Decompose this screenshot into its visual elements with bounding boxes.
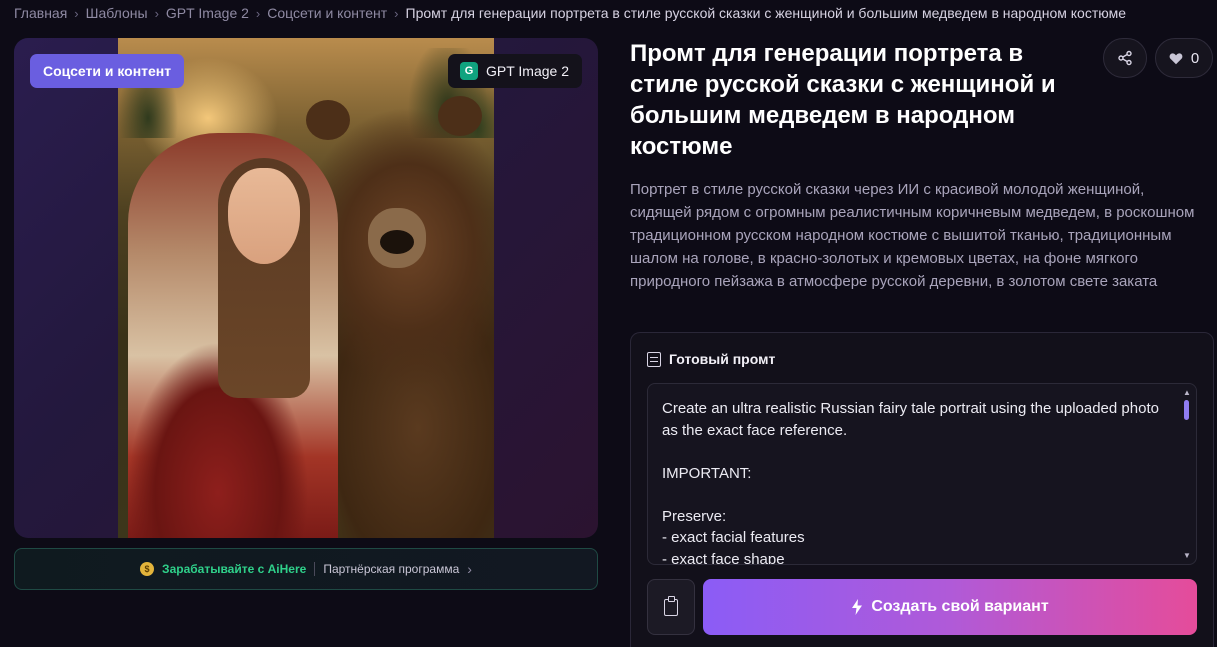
model-badge-label: GPT Image 2 [485,63,569,79]
lightning-icon [852,599,863,615]
prompt-header-label: Готовый промт [669,351,776,367]
template-description: Портрет в стиле русской сказки через ИИ … [630,181,1195,290]
preview-image-card[interactable]: Соцсети и контент G GPT Image 2 [14,38,598,538]
chevron-right-icon: › [467,561,472,577]
prompt-header: Готовый промт [647,351,775,367]
breadcrumb-separator: › [74,5,79,21]
create-variant-label: Создать свой вариант [871,598,1049,615]
breadcrumb-link-model[interactable]: GPT Image 2 [166,5,249,21]
document-icon [647,351,661,367]
copy-prompt-button[interactable] [647,579,695,635]
share-icon [1118,50,1132,66]
prompt-textarea[interactable]: Create an ultra realistic Russian fairy … [647,383,1197,565]
photo-bear-nose [380,230,414,254]
prompt-text: Create an ultra realistic Russian fairy … [662,400,1159,565]
breadcrumb-link-templates[interactable]: Шаблоны [86,5,148,21]
page-title: Промт для генерации портрета в стиле рус… [630,40,1056,160]
scroll-up-icon[interactable]: ▲ [1182,388,1192,397]
breadcrumb: Главная › Шаблоны › GPT Image 2 › Соцсет… [14,4,1126,22]
model-badge[interactable]: G GPT Image 2 [447,54,582,88]
like-count: 0 [1190,49,1200,67]
share-button[interactable] [1103,38,1147,78]
breadcrumb-link-category[interactable]: Соцсети и контент [267,5,387,21]
preview-photo [118,38,494,538]
breadcrumb-current: Промт для генерации портрета в стиле рус… [405,5,1126,21]
scroll-down-icon[interactable]: ▼ [1182,551,1192,560]
breadcrumb-link-home[interactable]: Главная [14,5,67,21]
affiliate-divider [314,562,316,576]
scrollbar-thumb[interactable] [1184,400,1189,420]
photo-bear-ear [438,96,482,136]
heart-icon [1169,52,1183,64]
breadcrumb-separator: › [394,5,399,21]
breadcrumb-separator: › [255,5,261,21]
breadcrumb-separator: › [154,5,159,21]
like-button[interactable]: 0 [1155,38,1213,78]
photo-bear-ear [306,100,350,140]
category-badge[interactable]: Соцсети и контент [30,54,185,88]
affiliate-program-label: Партнёрская программа [323,562,460,576]
affiliate-earn-label: Зарабатывайте с AiHere [162,562,307,576]
photo-woman-face [228,168,300,264]
prompt-scrollbar[interactable]: ▲ ▼ [1182,388,1192,560]
prompt-card: Готовый промт Create an ultra realistic … [630,332,1214,647]
affiliate-banner[interactable]: $ Зарабатывайте с AiHere Партнёрская про… [14,548,598,590]
create-variant-button[interactable]: Создать свой вариант [703,579,1197,635]
clipboard-icon [664,595,678,616]
model-logo-icon: G [459,62,478,80]
coin-icon: $ [140,562,155,576]
